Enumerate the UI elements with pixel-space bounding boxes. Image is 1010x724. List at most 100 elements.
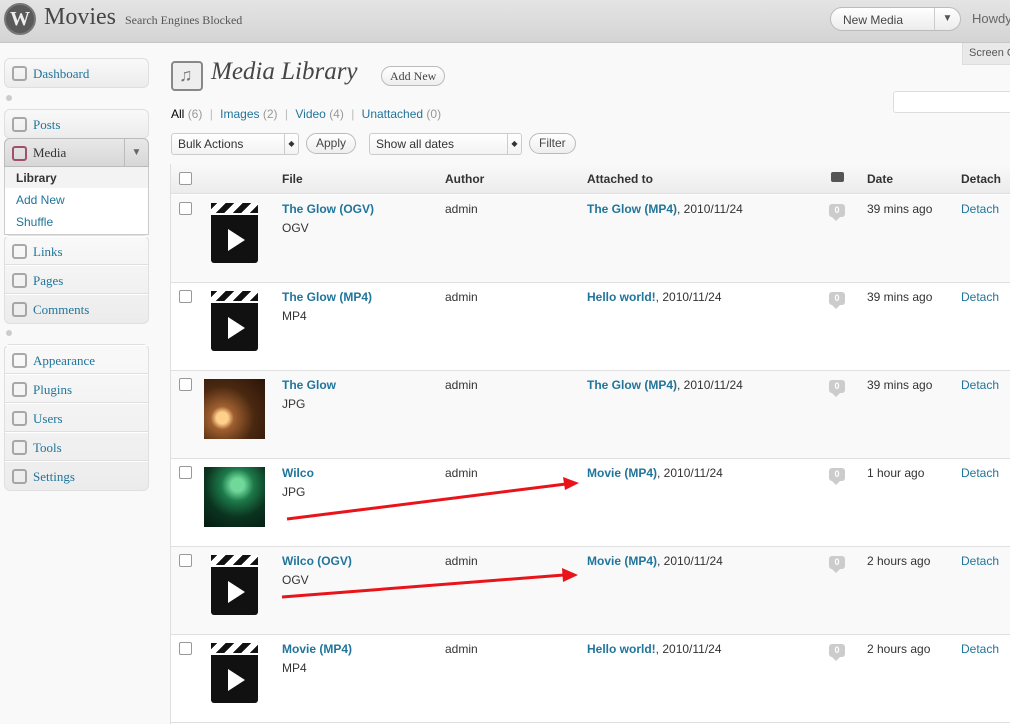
appearance-icon (12, 353, 27, 368)
menu-item-appearance[interactable]: Appearance (5, 345, 148, 374)
chevron-down-icon[interactable]: ▼ (124, 139, 148, 166)
wordpress-logo-icon[interactable]: W (4, 3, 36, 35)
user-greeting[interactable]: Howdy (972, 11, 1010, 26)
comment-count-bubble[interactable]: 0 (829, 380, 845, 397)
video-clapperboard-icon[interactable] (211, 291, 258, 351)
image-thumbnail[interactable] (204, 467, 265, 527)
date-filter-select[interactable]: Show all dates ◆ (369, 133, 522, 155)
submenu-add-new[interactable]: Add New (16, 193, 65, 207)
row-checkbox[interactable] (179, 378, 192, 391)
filter-video[interactable]: Video (295, 107, 325, 121)
row-checkbox[interactable] (179, 290, 192, 303)
detach-link[interactable]: Detach (961, 290, 999, 304)
menu-item-tools[interactable]: Tools (5, 432, 148, 461)
menu-item-dashboard[interactable]: Dashboard (5, 59, 148, 88)
favorite-first-action[interactable]: New Media (843, 13, 903, 27)
menu-item-plugins[interactable]: Plugins (5, 374, 148, 403)
submenu-library[interactable]: Library (16, 171, 57, 185)
file-extension: JPG (282, 397, 306, 411)
site-title[interactable]: Movies (44, 4, 116, 31)
bulk-actions-select[interactable]: Bulk Actions ◆ (171, 133, 299, 155)
menu-item-links[interactable]: Links (5, 236, 148, 265)
file-title-link[interactable]: The Glow (OGV) (282, 202, 374, 216)
filter-button[interactable]: Filter (529, 133, 576, 154)
comment-count-bubble[interactable]: 0 (829, 556, 845, 573)
divider: | (351, 107, 355, 121)
table-row: Movie (MP4) MP4 admin Hello world!, 2010… (171, 635, 1010, 723)
table-row: The Glow (OGV) OGV admin The Glow (MP4),… (171, 195, 1010, 283)
detach-link[interactable]: Detach (961, 554, 999, 568)
author: admin (445, 554, 478, 568)
upload-date: 39 mins ago (867, 378, 933, 392)
select-all-checkbox[interactable] (179, 172, 192, 185)
chevron-down-icon[interactable]: ▼ (934, 8, 960, 30)
media-type-filters: All (6) | Images (2) | Video (4) | Unatt… (171, 107, 441, 121)
attached-post-link[interactable]: Movie (MP4) (587, 554, 657, 568)
comment-count-bubble[interactable]: 0 (829, 644, 845, 661)
attached-post-link[interactable]: Hello world! (587, 642, 656, 656)
file-title-link[interactable]: Wilco (282, 466, 314, 480)
menu-item-pages[interactable]: Pages (5, 265, 148, 294)
column-attached-to[interactable]: Attached to (587, 172, 653, 186)
comment-count-bubble[interactable]: 0 (829, 468, 845, 485)
filter-unattached[interactable]: Unattached (362, 107, 423, 121)
menu-item-users[interactable]: Users (5, 403, 148, 432)
menu-item-media[interactable]: Media ▼ (4, 138, 149, 167)
submenu-shuffle[interactable]: Shuffle (16, 215, 53, 229)
attached-date: , 2010/11/24 (655, 642, 722, 656)
menu-group-dashboard: Dashboard (4, 58, 149, 88)
pin-icon (12, 117, 27, 132)
upload-date: 2 hours ago (867, 554, 931, 568)
screen-options-tab[interactable]: Screen O (962, 43, 1010, 65)
menu-item-posts[interactable]: Posts (5, 110, 148, 139)
table-row: Wilco JPG admin Movie (MP4), 2010/11/24 … (171, 459, 1010, 547)
favorite-actions-dropdown[interactable]: New Media ▼ (830, 7, 961, 31)
file-title-link[interactable]: Movie (MP4) (282, 642, 352, 656)
filter-images[interactable]: Images (220, 107, 259, 121)
menu-label: Plugins (33, 382, 73, 397)
site-visibility-notice[interactable]: Search Engines Blocked (125, 13, 242, 28)
media-table: File Author Attached to Date Detach The … (170, 164, 1010, 724)
image-thumbnail[interactable] (204, 379, 265, 439)
menu-item-comments[interactable]: Comments (5, 294, 148, 323)
attached-post-link[interactable]: The Glow (MP4) (587, 378, 677, 392)
file-title-link[interactable]: The Glow (282, 378, 336, 392)
video-clapperboard-icon[interactable] (211, 555, 258, 615)
row-checkbox[interactable] (179, 466, 192, 479)
menu-label: Dashboard (33, 66, 90, 81)
video-clapperboard-icon[interactable] (211, 203, 258, 263)
comment-column-icon[interactable] (831, 172, 844, 182)
attached-post-link[interactable]: Movie (MP4) (587, 466, 657, 480)
dashboard-icon (12, 66, 27, 81)
video-clapperboard-icon[interactable] (211, 643, 258, 703)
table-row: The Glow (MP4) MP4 admin Hello world!, 2… (171, 283, 1010, 371)
search-input[interactable] (893, 91, 1010, 113)
file-title-link[interactable]: The Glow (MP4) (282, 290, 372, 304)
row-checkbox[interactable] (179, 554, 192, 567)
detach-link[interactable]: Detach (961, 378, 999, 392)
apply-button[interactable]: Apply (306, 133, 357, 154)
filter-count: (0) (426, 107, 442, 121)
file-title-link[interactable]: Wilco (OGV) (282, 554, 352, 568)
attached-to: The Glow (MP4), 2010/11/24 (587, 202, 743, 216)
menu-item-settings[interactable]: Settings (5, 461, 148, 490)
menu-label: Posts (33, 117, 61, 132)
attached-to: Hello world!, 2010/11/24 (587, 642, 722, 656)
add-new-button[interactable]: Add New (381, 66, 446, 86)
column-date[interactable]: Date (867, 172, 893, 186)
column-author[interactable]: Author (445, 172, 484, 186)
attached-post-link[interactable]: Hello world! (587, 290, 656, 304)
row-checkbox[interactable] (179, 202, 192, 215)
filter-count: (2) (262, 107, 278, 121)
comment-count-bubble[interactable]: 0 (829, 204, 845, 221)
detach-link[interactable]: Detach (961, 202, 999, 216)
comment-count-bubble[interactable]: 0 (829, 292, 845, 309)
row-checkbox[interactable] (179, 642, 192, 655)
column-file[interactable]: File (282, 172, 303, 186)
detach-link[interactable]: Detach (961, 642, 999, 656)
filter-all[interactable]: All (171, 107, 184, 121)
attached-post-link[interactable]: The Glow (MP4) (587, 202, 677, 216)
file-extension: JPG (282, 485, 306, 499)
detach-link[interactable]: Detach (961, 466, 999, 480)
menu-label: Settings (33, 469, 75, 484)
